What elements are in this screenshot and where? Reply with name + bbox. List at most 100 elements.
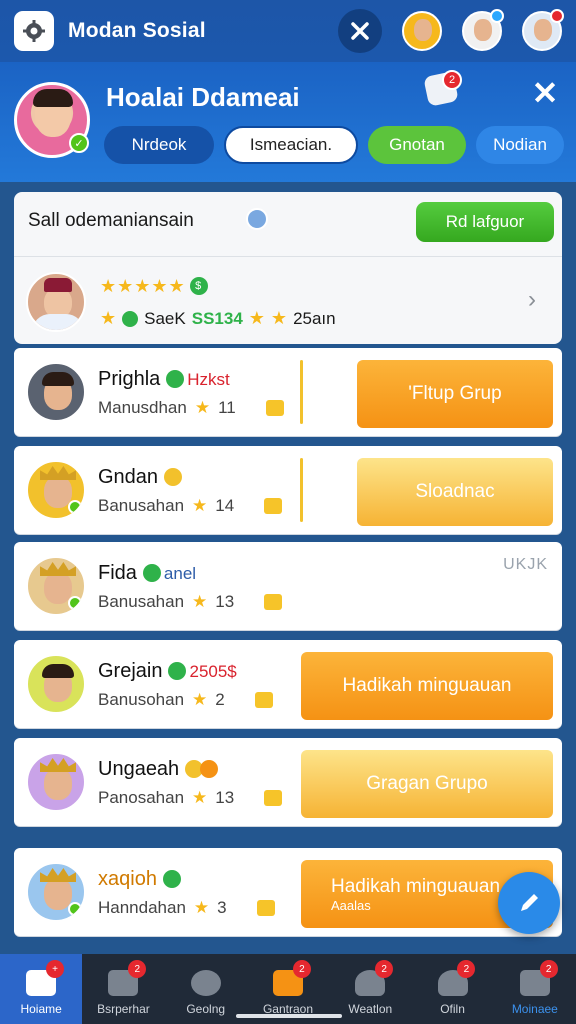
list-item[interactable]: xaqioh Hanndahan ★ 3 Hadikah minguauan Aaa… — [14, 848, 562, 936]
crown-icon — [40, 562, 76, 576]
item-count: 11 — [218, 398, 236, 417]
list-item[interactable]: Ungaeah Panosahan ★ 13 Gragan Grupo — [14, 738, 562, 826]
nav-label: Weatlon — [348, 1002, 393, 1016]
avatar-hair — [42, 664, 74, 678]
nav-item-ofiln[interactable]: Ofiln 2 — [411, 954, 493, 1024]
item-count: 13 — [215, 592, 235, 611]
action-button[interactable]: Hadikah minguauan — [301, 652, 553, 720]
avatar-face — [414, 19, 432, 41]
online-badge — [68, 596, 82, 610]
item-name: Gndan — [98, 466, 185, 489]
item-sub-text: Manusdhan — [98, 398, 187, 417]
check-icon[interactable] — [254, 692, 273, 708]
check-icon[interactable] — [265, 400, 284, 416]
item-sub-text: Banusahan — [98, 496, 185, 515]
star-icon: ★ — [248, 308, 265, 328]
check-icon[interactable] — [264, 594, 283, 610]
star-icon: ★ — [194, 398, 211, 417]
item-sub: Banusohan ★ 2 — [98, 690, 273, 710]
avatar — [26, 362, 86, 422]
online-badge — [68, 500, 82, 514]
panel-title-text: Sall odemaniansain — [28, 210, 194, 231]
nav-label: Hoiame — [20, 1002, 62, 1016]
check-icon[interactable] — [256, 900, 275, 916]
home-indicator — [236, 1014, 342, 1018]
badge-icon — [166, 370, 185, 388]
tab-ismeacian[interactable]: Ismeacian. — [224, 126, 358, 164]
panel-action-button[interactable]: Rd lafguor — [416, 202, 554, 242]
item-name-text: Grejain — [98, 660, 163, 682]
star-icon: ★ — [192, 690, 208, 709]
compose-button[interactable] — [498, 872, 560, 934]
item-name: Prighla Hzkst — [98, 368, 230, 391]
list-item[interactable]: Grejain 2505$ Banusohan ★ 2 Hadikah minguau… — [14, 640, 562, 728]
list-item[interactable]: Prighla Hzkst Manusdhan ★ 11 'Fltup Grup — [14, 348, 562, 436]
online-badge — [68, 902, 82, 916]
green-coin-icon: $ — [189, 277, 208, 295]
avatar — [26, 862, 86, 922]
item-sub-text: Hanndahan — [98, 898, 186, 917]
nav-item-geolng[interactable]: Geolng — [165, 954, 247, 1024]
nav-item-bsrperhar[interactable]: Bsrperhar 2 — [82, 954, 164, 1024]
chevron-right-icon[interactable]: › — [528, 286, 536, 314]
item-name: Grejain 2505$ — [98, 660, 237, 683]
nav-badge: 2 — [128, 960, 147, 978]
main-content: Sall odemaniansain Rd lafguor ★★★★★ $ ★ S… — [0, 182, 576, 954]
item-tag: 2505$ — [168, 662, 237, 681]
action-button-sublabel: Aaalas — [331, 897, 371, 913]
friend-avatar[interactable] — [522, 9, 564, 51]
item-count: 13 — [215, 788, 235, 807]
group-button[interactable]: Gragan Grupo — [301, 750, 553, 818]
item-tag-text: 2505$ — [189, 662, 237, 681]
nav-label: Geolng — [186, 1002, 226, 1016]
item-tag-text: anel — [163, 564, 197, 583]
close-icon[interactable] — [338, 9, 382, 53]
close-icon[interactable]: ✕ — [530, 77, 560, 109]
user-stats: ★ SaeK SS134 ★ ★ 25aın — [100, 308, 336, 329]
star-icon: ★ — [192, 592, 208, 611]
stat-b: SS134 — [191, 308, 243, 328]
check-icon[interactable] — [264, 498, 283, 514]
avatar-hair — [33, 89, 73, 107]
avatar-face — [534, 19, 552, 41]
profile-avatar[interactable]: ✓ — [14, 82, 90, 158]
badge-icon — [162, 870, 181, 888]
coin-icon — [164, 468, 183, 486]
item-name-text: Prighla — [98, 368, 161, 390]
verified-icon: ✓ — [69, 133, 89, 153]
check-icon[interactable] — [264, 790, 283, 806]
nav-item-home[interactable]: Hoiame + — [0, 954, 83, 1024]
item-tag — [185, 760, 221, 779]
crown-icon — [40, 466, 76, 480]
settings-icon[interactable] — [14, 11, 54, 51]
avatar-hair — [42, 372, 74, 386]
tab-nodian[interactable]: Nodian — [476, 126, 564, 164]
user-avatar[interactable] — [26, 272, 86, 332]
join-group-button[interactable]: 'Fltup Grup — [357, 360, 553, 428]
list-item[interactable]: Gndan Banusahan ★ 14 Sloadnac — [14, 446, 562, 534]
nav-label: Bsrperhar — [97, 1002, 150, 1016]
list-item[interactable]: Fida anel Banusahan ★ 13 UKJK — [14, 542, 562, 630]
summary-panel: Sall odemaniansain Rd lafguor ★★★★★ $ ★ S… — [14, 192, 562, 344]
tab-nrdeok[interactable]: Nrdeok — [104, 126, 214, 164]
item-name: Ungaeah — [98, 758, 221, 781]
avatar — [26, 752, 86, 812]
nav-item-moinaee[interactable]: Moinaee 2 — [494, 954, 576, 1024]
item-tag: Hzkst — [166, 370, 230, 389]
nav-badge: 2 — [292, 960, 311, 978]
item-name-text: Ungaeah — [98, 758, 180, 780]
pencil-icon — [521, 894, 538, 911]
action-button[interactable]: Sloadnac — [357, 458, 553, 526]
item-tag-text: Hzkst — [187, 370, 230, 389]
action-button-label: Hadikah minguauan — [331, 875, 501, 897]
avatar — [26, 460, 86, 520]
item-name: xaqioh — [98, 868, 184, 891]
tab-gnotan[interactable]: Gnotan — [368, 126, 466, 164]
friend-avatar[interactable] — [462, 9, 504, 51]
item-name: Fida anel — [98, 562, 196, 585]
item-name-text: xaqioh — [98, 868, 157, 890]
divider — [14, 256, 562, 257]
nav-item-weatlon[interactable]: Weatlon 2 — [329, 954, 411, 1024]
coin-icon — [200, 760, 219, 778]
friend-avatar[interactable] — [402, 11, 442, 51]
